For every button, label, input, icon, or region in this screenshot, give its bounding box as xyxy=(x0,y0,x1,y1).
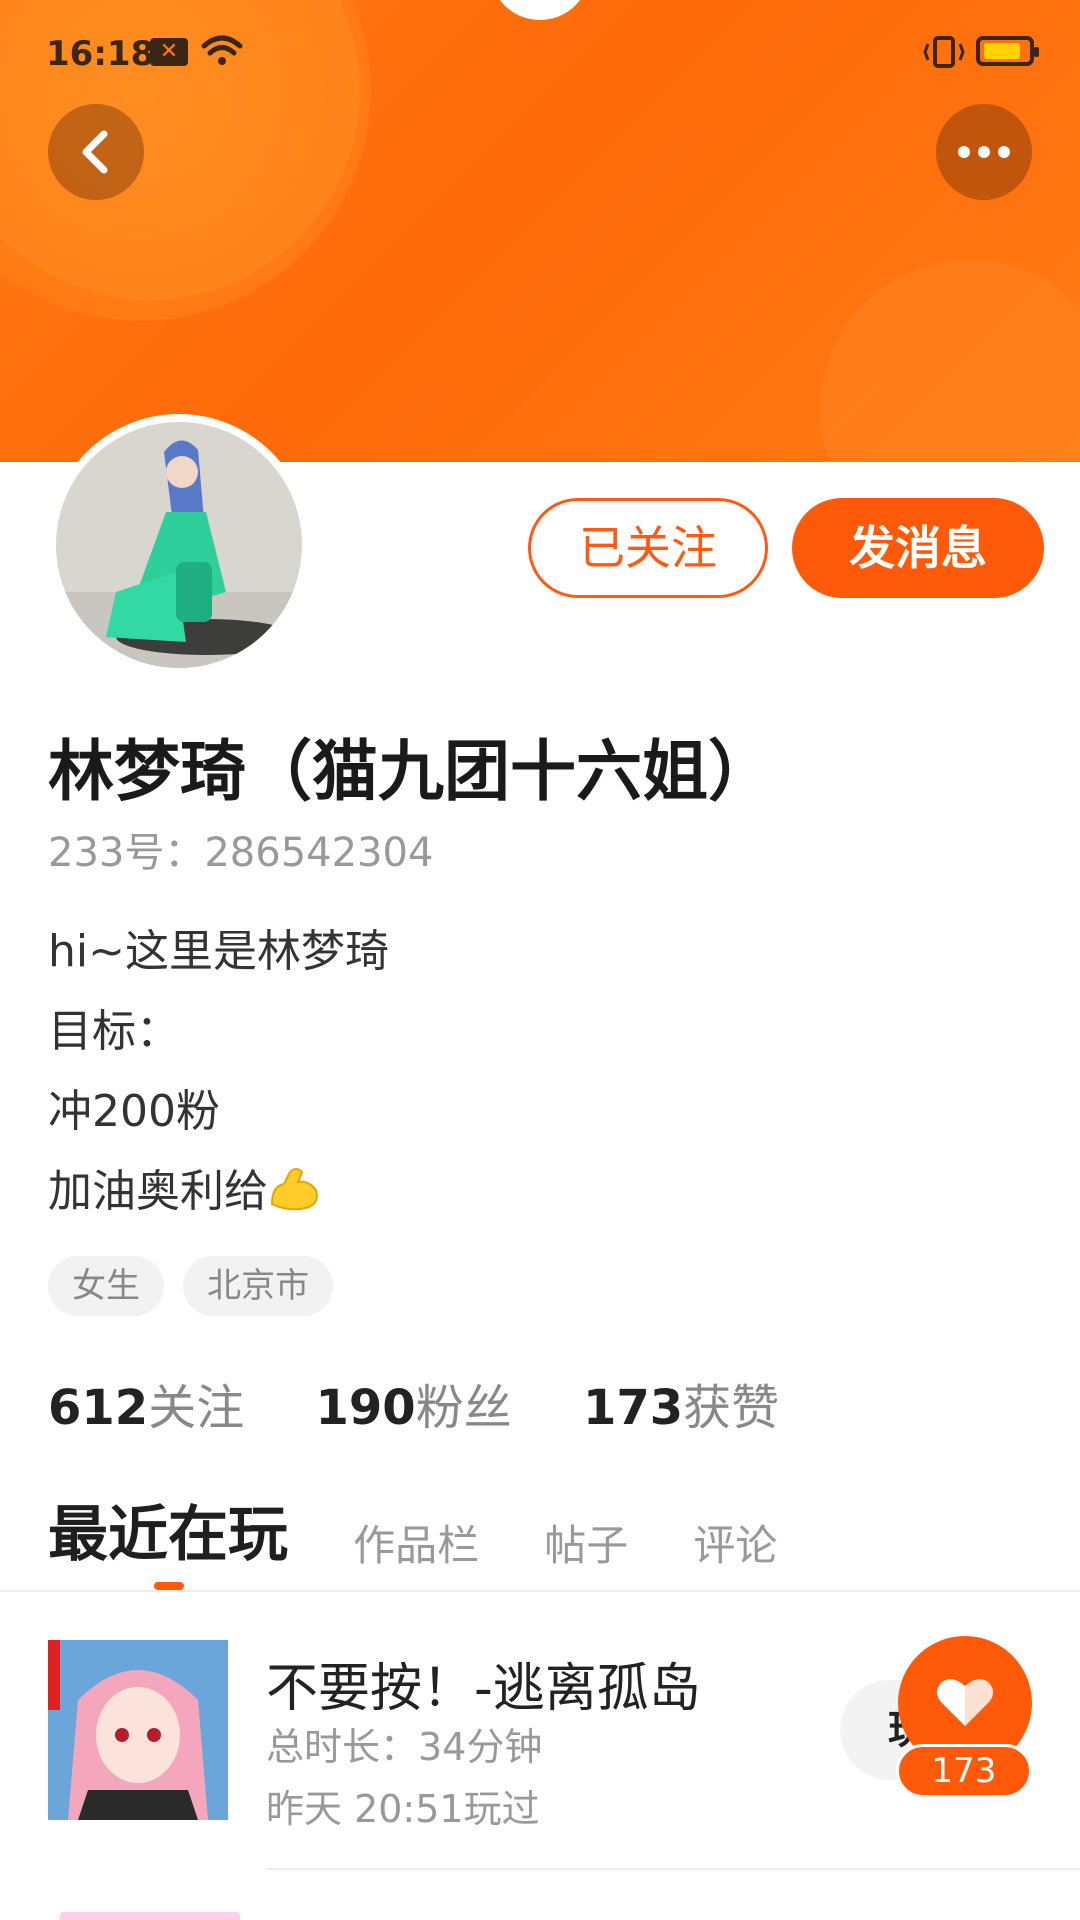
bio-line: 加油奥利给 xyxy=(48,1166,268,1217)
profile-tags: 女生 北京市 xyxy=(48,1256,347,1316)
bio-line-with-emoji: 加油奥利给 xyxy=(48,1152,389,1232)
wifi-icon xyxy=(201,35,243,65)
profile-tabs: 最近在玩 作品栏 帖子 评论 xyxy=(48,1486,837,1570)
profile-stats: 612关注 190粉丝 173获赞 xyxy=(48,1368,835,1438)
stat-following[interactable]: 612关注 xyxy=(48,1368,244,1438)
game-title: 不要按！-逃离孤岛 xyxy=(266,1659,701,1719)
tab-works[interactable]: 作品栏 xyxy=(353,1512,479,1573)
bio-line: 冲200粉 xyxy=(48,1086,220,1137)
stat-fans[interactable]: 190粉丝 xyxy=(315,1368,511,1438)
tab-comments[interactable]: 评论 xyxy=(693,1512,777,1573)
profile-name: 林梦琦（猫九团十六姐） xyxy=(48,733,774,810)
game-last-played: 昨天 20:51玩过 xyxy=(266,1787,540,1831)
avatar-image xyxy=(56,440,302,668)
profile-id: 233号：286542304 xyxy=(48,830,434,876)
game-thumbnail xyxy=(48,1640,228,1820)
next-list-item-thumbnail xyxy=(60,1912,240,1920)
stat-likes[interactable]: 173获赞 xyxy=(583,1368,779,1438)
divider xyxy=(266,1868,1080,1870)
avatar[interactable] xyxy=(48,414,310,676)
tag-gender: 女生 xyxy=(48,1256,164,1316)
battery-icon xyxy=(976,36,1039,66)
following-button[interactable]: 已关注 xyxy=(528,498,768,598)
send-message-button[interactable]: 发消息 xyxy=(792,498,1044,598)
like-count-badge: 173 xyxy=(896,1744,1032,1798)
bio-line: hi~这里是林梦琦 xyxy=(48,926,389,977)
notification-icon: ✕ xyxy=(150,38,188,66)
chevron-left-icon xyxy=(82,130,108,174)
more-options-button[interactable] xyxy=(936,104,1032,200)
bio-line: 目标： xyxy=(48,1006,180,1057)
tag-location: 北京市 xyxy=(183,1256,334,1316)
vibrate-icon xyxy=(923,36,965,68)
banner-decoration xyxy=(820,260,1080,462)
game-play-duration: 总时长：34分钟 xyxy=(266,1725,543,1769)
heart-icon xyxy=(937,1679,993,1726)
more-dots-icon xyxy=(958,146,1010,158)
profile-bio: hi~这里是林梦琦 目标： 冲200粉 加油奥利给 xyxy=(48,912,389,1232)
status-bar: 16:18 ✕ xyxy=(0,0,1080,104)
status-time: 16:18 xyxy=(46,34,155,74)
tab-posts[interactable]: 帖子 xyxy=(544,1512,628,1573)
back-button[interactable] xyxy=(48,104,144,200)
divider xyxy=(0,1590,1080,1592)
active-tab-indicator xyxy=(154,1582,184,1590)
flexed-biceps-emoji-icon xyxy=(270,1168,318,1211)
tab-recent-play[interactable]: 最近在玩 xyxy=(48,1486,288,1573)
